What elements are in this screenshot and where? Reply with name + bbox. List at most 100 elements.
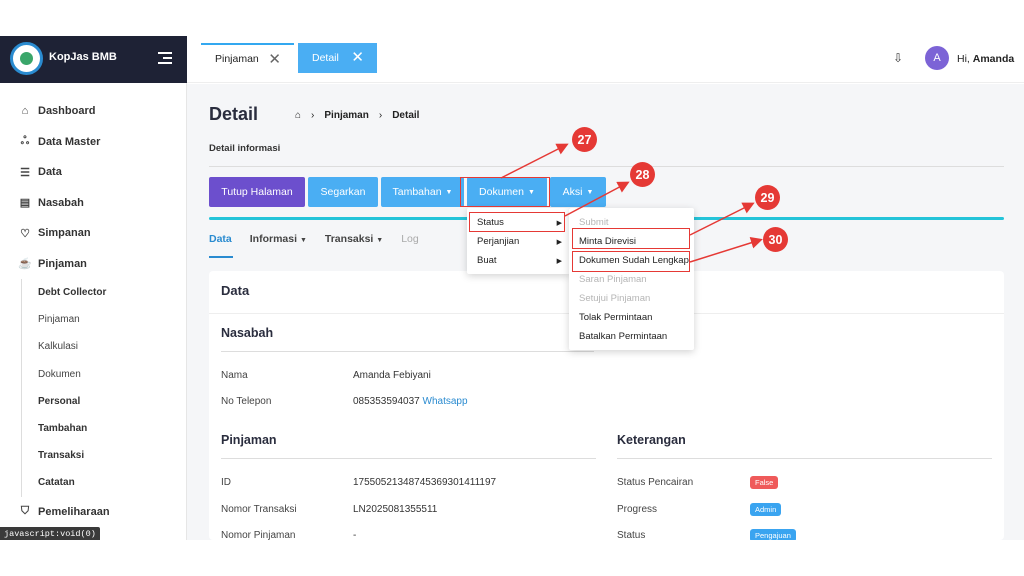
id-card-icon: ▤ [19, 197, 31, 210]
annotation-badge-29: 29 [755, 185, 780, 210]
close-page-button[interactable]: Tutup Halaman [209, 177, 305, 207]
sidebar-item-label: Pemeliharaan [38, 505, 110, 518]
field-value: 17550521348745369301411197 [353, 477, 497, 488]
sidebar-subitem-catatan[interactable]: Catatan [0, 469, 187, 496]
sidebar-item-label: Nasabah [38, 196, 84, 209]
caret-right-icon: ▶ [556, 257, 562, 265]
avatar[interactable]: A [925, 46, 949, 70]
phone-number: 085353594037 [353, 396, 420, 407]
sidebar-subitem-pinjaman[interactable]: Pinjaman [0, 306, 187, 333]
menu-item-label: Perjanjian [477, 236, 520, 247]
sidebar-item-data[interactable]: ☰ Data [0, 157, 187, 188]
menu-toggle-icon[interactable] [158, 52, 172, 64]
subtab-label: Informasi [249, 233, 298, 245]
sidebar-item-pemeliharaan[interactable]: ⛉ Pemeliharaan [0, 497, 187, 528]
sidebar-subitem-transaksi[interactable]: Transaksi [0, 442, 187, 469]
section-label: Detail informasi [209, 143, 281, 154]
tab-label: Detail [312, 52, 339, 64]
sidebar-item-label: Data [38, 166, 62, 179]
refresh-button[interactable]: Segarkan [308, 177, 378, 207]
app-root: KopJas BMB ⌂ Dashboard ஃ Data Master ☰ Data… [0, 0, 1024, 576]
section-heading-nasabah: Nasabah [221, 326, 274, 340]
submenu-line [21, 279, 22, 497]
tab-label: Pinjaman [215, 53, 259, 65]
field-label: Nomor Transaksi [221, 504, 297, 515]
caret-down-icon: ▼ [445, 188, 453, 196]
sidebar-item-label: Simpanan [38, 227, 91, 240]
user-greeting[interactable]: Hi, Amanda [957, 53, 1014, 65]
annotation-badge-28: 28 [630, 162, 655, 187]
field-label: Nama [221, 370, 248, 381]
sidebar-item-label: Pinjaman [38, 257, 87, 270]
sidebar-nav: ⌂ Dashboard ஃ Data Master ☰ Data ▤ Nasabah ♡… [0, 96, 187, 527]
home-icon[interactable]: ⌂ [295, 110, 301, 121]
menu-item-tolak-permintaan[interactable]: Tolak Permintaan [569, 308, 694, 327]
sidebar-item-simpanan[interactable]: ♡ Simpanan [0, 218, 187, 249]
field-label: ID [221, 477, 231, 488]
sidebar-subitem-kalkulasi[interactable]: Kalkulasi [0, 333, 187, 360]
sidebar-subitem-tambahan[interactable]: Tambahan [0, 415, 187, 442]
highlight-status [469, 212, 565, 232]
user-name: Amanda [972, 53, 1015, 65]
hand-coin-icon: ☕ [18, 258, 32, 271]
action-dropdown-button[interactable]: Aksi ▼ [550, 177, 606, 207]
field-label: No Telepon [221, 396, 272, 407]
highlight-minta-direvisi [572, 228, 690, 249]
page-title: Detail [209, 104, 259, 124]
sitemap-icon: ஃ [20, 134, 30, 147]
subtab-label: Transaksi [324, 233, 374, 245]
sidebar-subitem-dokumen[interactable]: Dokumen [0, 361, 187, 388]
annotation-badge-27: 27 [572, 127, 597, 152]
sidebar-brand: KopJas BMB [0, 36, 187, 83]
tab-pinjaman[interactable]: Pinjaman ✕ [201, 43, 294, 73]
menu-item-buat[interactable]: Buat ▶ [467, 251, 570, 270]
status-badge: False [750, 476, 779, 489]
brand-name: KopJas BMB [49, 51, 117, 63]
menu-item-label: Buat [477, 255, 497, 266]
subtab-data[interactable]: Data [209, 233, 232, 245]
caret-down-icon: ▼ [299, 237, 307, 244]
chevron-right-icon: › [311, 110, 315, 121]
sidebar-subitem-debt-collector[interactable]: Debt Collector [0, 279, 187, 306]
divider [221, 458, 596, 459]
phone-value: 085353594037 Whatsapp [353, 396, 468, 407]
menu-item-setujui-pinjaman: Setujui Pinjaman [579, 293, 651, 304]
field-value: Amanda Febiyani [353, 370, 431, 381]
menu-item-batalkan-permintaan[interactable]: Batalkan Permintaan [569, 327, 694, 346]
card-title: Data [221, 283, 250, 298]
close-icon[interactable]: ✕ [268, 50, 281, 68]
sidebar-item-pinjaman[interactable]: ☕ Pinjaman [0, 249, 187, 280]
sidebar-item-dashboard[interactable]: ⌂ Dashboard [0, 96, 187, 127]
caret-down-icon: ▼ [586, 188, 594, 196]
highlight-dokumen-lengkap [572, 251, 690, 272]
logo [10, 42, 43, 75]
chevron-right-icon: › [378, 110, 383, 121]
annotation-badge-30: 30 [763, 227, 788, 252]
subtab-informasi[interactable]: Informasi ▼ [250, 233, 307, 245]
home-icon: ⌂ [21, 105, 29, 118]
sidebar-item-label: Data Master [38, 135, 101, 148]
sidebar-subitem-personal[interactable]: Personal [0, 388, 187, 415]
subtab-log[interactable]: Log [401, 233, 419, 245]
breadcrumb-pinjaman[interactable]: Pinjaman [324, 110, 368, 121]
menu-item-saran-pinjaman: Saran Pinjaman [579, 274, 647, 285]
greeting-text: Hi, [957, 53, 970, 65]
whatsapp-link[interactable]: Whatsapp [423, 396, 468, 407]
subtabs: Data Informasi ▼ Transaksi ▼ Log [209, 233, 419, 245]
field-label: Progress [617, 504, 658, 515]
close-icon[interactable]: ✕ [351, 48, 364, 66]
caret-down-icon: ▼ [376, 237, 384, 244]
add-dropdown-button[interactable]: Tambahan ▼ [381, 177, 464, 207]
browser-status-bar: javascript:void(0) [0, 527, 100, 540]
sidebar-item-data-master[interactable]: ஃ Data Master [0, 127, 187, 158]
menu-item-perjanjian[interactable]: Perjanjian ▶ [467, 232, 570, 251]
sidebar-item-nasabah[interactable]: ▤ Nasabah [0, 188, 187, 219]
subtab-transaksi[interactable]: Transaksi ▼ [325, 233, 383, 245]
server-icon: ☰ [20, 166, 30, 179]
divider [221, 351, 594, 352]
active-tab-underline [209, 256, 233, 258]
tab-detail[interactable]: Detail ✕ [298, 43, 377, 73]
button-label: Aksi [562, 186, 583, 198]
download-icon[interactable]: ⇩ [893, 51, 903, 65]
highlight-dokumen [460, 177, 550, 207]
